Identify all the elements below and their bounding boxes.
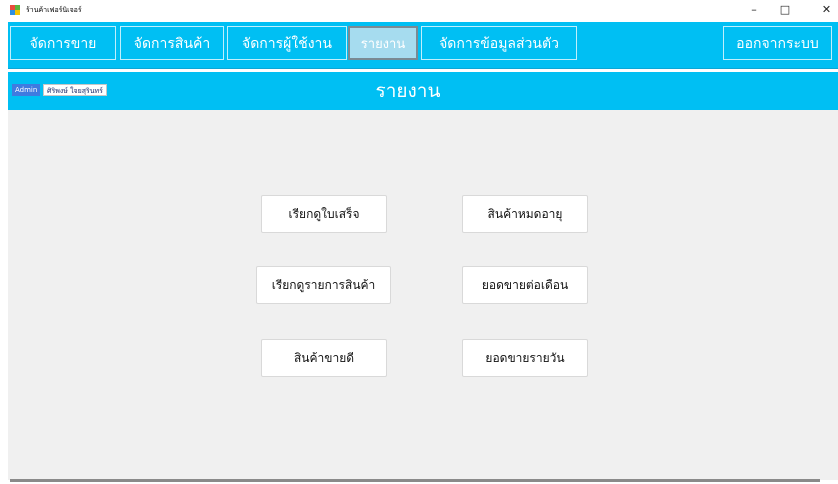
daily-sales-button[interactable]: ยอดขายรายวัน: [462, 339, 588, 377]
page-title: รายงาน: [375, 80, 441, 102]
app-window: ร้านค้าเฟอร์นิเจอร์ – □ ✕ จัดการขาย จัดก…: [0, 0, 838, 484]
title-bar: ร้านค้าเฟอร์นิเจอร์ – □ ✕: [0, 0, 838, 20]
maximize-button[interactable]: □: [772, 2, 798, 18]
logout-button[interactable]: ออกจากระบบ: [723, 26, 832, 60]
view-receipt-button[interactable]: เรียกดูใบเสร็จ: [261, 195, 387, 233]
window-title: ร้านค้าเฟอร์นิเจอร์: [26, 6, 82, 14]
menu-report-button[interactable]: รายงาน: [348, 26, 418, 60]
report-panel: เรียกดูใบเสร็จ สินค้าหมดอายุ เรียกดูรายก…: [8, 110, 838, 480]
bottom-divider: [10, 479, 820, 482]
close-button[interactable]: ✕: [815, 2, 838, 18]
menu-sale-button[interactable]: จัดการขาย: [10, 26, 116, 60]
expired-products-button[interactable]: สินค้าหมดอายุ: [462, 195, 588, 233]
minimize-button[interactable]: –: [741, 2, 767, 18]
menu-profile-button[interactable]: จัดการข้อมูลส่วนตัว: [421, 26, 577, 60]
user-name-badge: ศิริพงษ์ ใจยสุรินทร์: [43, 84, 107, 96]
best-seller-button[interactable]: สินค้าขายดี: [261, 339, 387, 377]
role-badge: Admin: [12, 84, 41, 96]
page-header: Admin ศิริพงษ์ ใจยสุรินทร์ รายงาน: [8, 72, 838, 110]
monthly-sales-button[interactable]: ยอดขายต่อเดือน: [462, 266, 588, 304]
view-product-list-button[interactable]: เรียกดูรายการสินค้า: [256, 266, 391, 304]
menu-product-button[interactable]: จัดการสินค้า: [120, 26, 224, 60]
menu-users-button[interactable]: จัดการผู้ใช้งาน: [227, 26, 347, 60]
app-icon: [10, 5, 20, 15]
main-menu-bar: จัดการขาย จัดการสินค้า จัดการผู้ใช้งาน ร…: [8, 22, 838, 69]
